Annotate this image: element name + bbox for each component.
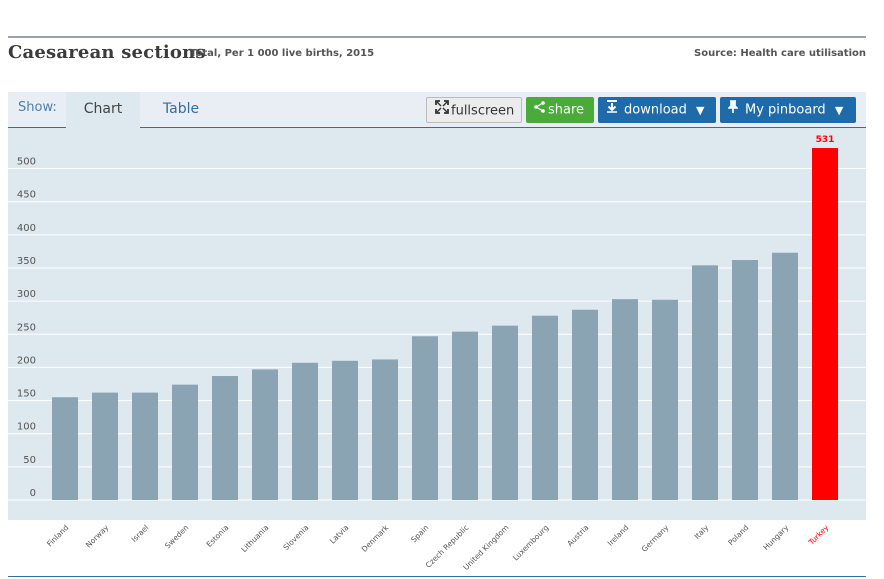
pinboard-button[interactable]: My pinboard ▼: [720, 97, 856, 123]
x-tick-label: Finland: [45, 523, 70, 548]
x-tick-label: Lithuania: [239, 523, 270, 554]
x-tick-label: Czech Republic: [424, 523, 471, 570]
top-rule: [8, 36, 866, 38]
x-tick-label: Ireland: [606, 523, 631, 548]
bottom-rule: [8, 576, 866, 577]
x-tick-label: Israel: [130, 523, 151, 544]
tab-table-label: Table: [162, 101, 200, 117]
x-tick-label: Slovenia: [281, 523, 310, 552]
x-tick-label: Hungary: [761, 523, 790, 552]
share-button[interactable]: share: [526, 97, 594, 123]
download-icon: [606, 97, 618, 123]
share-label: share: [548, 102, 585, 118]
x-tick-label: United Kingdom: [461, 523, 510, 572]
x-tick-label: Spain: [409, 523, 430, 544]
x-tick-label: Italy: [693, 523, 711, 541]
tab-chart[interactable]: Chart: [66, 92, 140, 128]
page-title: Caesarean sections: [8, 42, 206, 63]
x-tick-label: Denmark: [360, 523, 391, 554]
x-tick-label: Poland: [726, 523, 750, 547]
x-tick-label: Turkey: [806, 523, 831, 548]
x-tick-label: Latvia: [328, 523, 351, 546]
page-subtitle: Total, Per 1 000 live births, 2015: [190, 48, 375, 59]
x-tick-label: Norway: [84, 523, 111, 550]
tab-table[interactable]: Table: [148, 92, 214, 127]
x-tick-label: Luxembourg: [511, 523, 551, 563]
x-tick-label: Austria: [565, 523, 590, 548]
pin-icon: [727, 97, 739, 123]
download-label: download: [624, 102, 687, 118]
chevron-down-icon: ▼: [696, 103, 705, 117]
pinboard-label: My pinboard: [745, 102, 826, 118]
source-link[interactable]: Source: Health care utilisation: [694, 48, 866, 59]
fullscreen-label: fullscreen: [451, 103, 515, 119]
tab-chart-label: Chart: [83, 101, 123, 117]
fullscreen-button[interactable]: fullscreen: [426, 97, 522, 123]
chart-toolbar: Show: Chart Table fullscreen share downl…: [8, 92, 866, 128]
x-tick-label: Germany: [640, 523, 671, 554]
show-label: Show:: [18, 100, 57, 115]
x-tick-label: Sweden: [163, 523, 190, 550]
x-tick-label: Estonia: [205, 523, 231, 549]
chevron-down-icon: ▼: [834, 103, 844, 117]
share-icon: [534, 97, 545, 123]
chart-area: [8, 128, 866, 520]
download-button[interactable]: download ▼: [598, 97, 716, 123]
fullscreen-icon: [435, 98, 449, 124]
header: Caesarean sections Total, Per 1 000 live…: [8, 42, 866, 66]
